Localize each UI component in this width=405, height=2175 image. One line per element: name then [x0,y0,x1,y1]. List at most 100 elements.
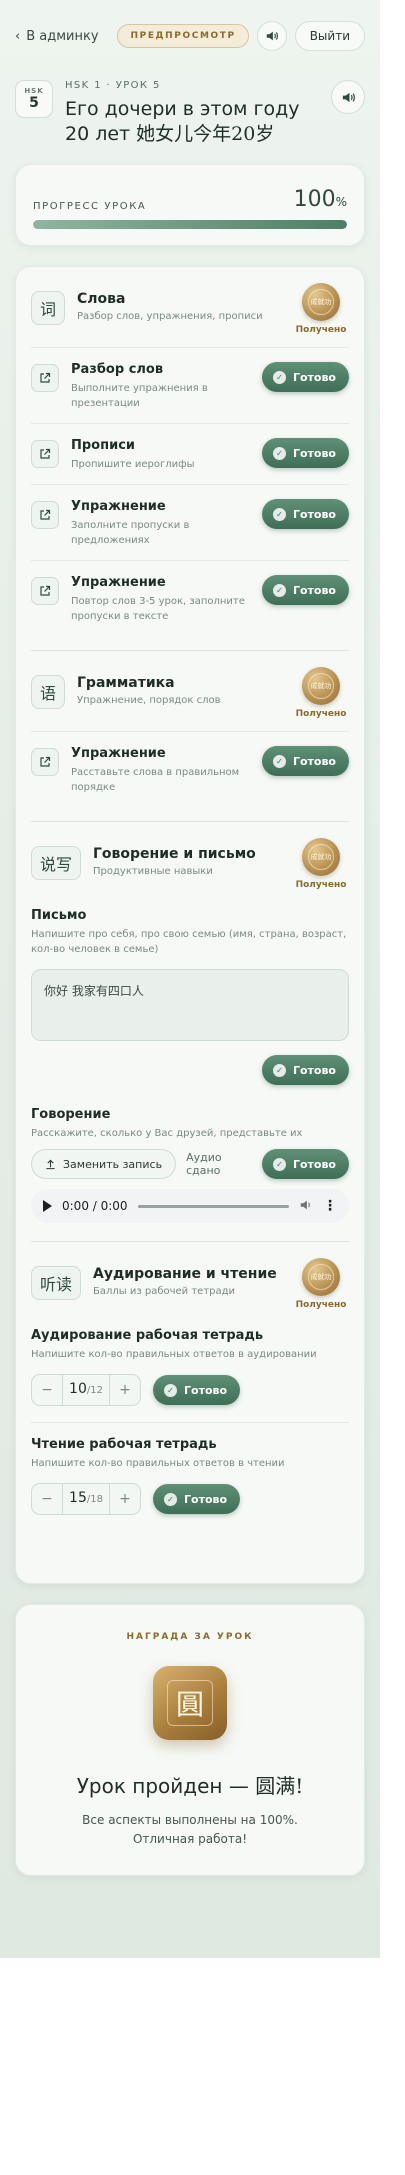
audio-time: 0:00 / 0:00 [62,1199,128,1213]
reading-title: Чтение рабочая тетрадь [31,1437,217,1452]
section-subtitle: Разбор слов, упражнения, прописи [77,311,263,322]
decrement-button[interactable]: − [32,1491,62,1507]
achievement-medal: 成就功 Получено [293,838,349,890]
done-button[interactable]: ✓ Готово [261,499,349,529]
lesson-tasks-card: 词 Слова Разбор слов, упражнения, прописи… [15,266,365,1584]
achievement-medal: 成就功 Получено [293,1258,349,1310]
increment-button[interactable]: + [110,1382,140,1398]
task-title: Разбор слов [71,362,164,377]
section-subtitle: Баллы из рабочей тетради [93,1286,236,1297]
exit-button[interactable]: Выйти [294,21,365,51]
reading-score-input[interactable]: 15/18 [62,1484,110,1514]
open-external-icon[interactable] [31,748,59,776]
achievement-medal: 成就功 Получено [293,667,349,719]
lesson-header: HSK 5 HSK 1 · УРОК 5 Его дочери в этом г… [15,72,365,164]
back-to-admin-link[interactable]: ‹ В админку [15,29,99,44]
reward-message: Все аспекты выполнены на 100%. Отличная … [82,1813,298,1846]
task-row: Прописи Пропишите иероглифы ✓ Готово [31,423,349,484]
received-label: Получено [295,325,347,335]
audio-seek-bar[interactable] [137,1204,289,1208]
speaking-instructions: Расскажите, сколько у Вас друзей, предст… [31,1128,303,1139]
progress-value: 100% [293,187,347,212]
section-words: 词 Слова Разбор слов, упражнения, прописи… [31,267,349,651]
done-button[interactable]: ✓ Готово [261,746,349,776]
received-label: Получено [295,709,347,719]
audio-submitted-status: Аудио сдано [186,1151,222,1177]
section-header: 词 Слова Разбор слов, упражнения, прописи… [31,267,349,347]
done-button[interactable]: ✓ Готово [261,1149,349,1179]
section-title: Аудирование и чтение [93,1266,277,1282]
audio-player: 0:00 / 0:00 ⋮ [31,1189,349,1223]
done-button[interactable]: ✓ Готово [153,1484,241,1514]
reward-title: Урок пройден — 圆满! [76,1774,304,1798]
section-grammar: 语 Грамматика Упражнение, порядок слов 成就… [31,651,349,822]
section-glyph: 听读 [31,1266,81,1300]
check-icon: ✓ [164,1492,177,1506]
section-glyph: 说写 [31,846,81,880]
task-subtitle: Пропишите иероглифы [71,459,195,470]
recording-controls: Заменить запись Аудио сдано ✓ Готово [31,1149,349,1179]
writing-title: Письмо [31,908,87,923]
section-header: 听读 Аудирование и чтение Баллы из рабочей… [31,1242,349,1322]
section-title: Грамматика [77,675,175,691]
medal-icon: 成就功 [302,283,340,321]
speaker-icon [266,31,278,41]
achievement-medal: 成就功 Получено [293,283,349,335]
check-icon: ✓ [164,1383,177,1397]
check-icon: ✓ [272,507,286,521]
task-title: Упражнение [71,575,166,590]
task-row: Упражнение Заполните пропуски в предложе… [31,484,349,560]
done-button[interactable]: ✓ Готово [153,1375,241,1405]
task-title: Упражнение [71,746,166,761]
lesson-reward-card: НАГРАДА ЗА УРОК 圓 Урок пройден — 圆满! Все… [15,1604,365,1876]
task-title: Упражнение [71,499,166,514]
top-actions: ПРЕДПРОСМОТР Выйти [117,21,365,51]
done-button[interactable]: ✓ Готово [261,1055,349,1085]
lesson-audio-button[interactable] [331,80,365,114]
reading-instructions: Напишите кол-во правильных ответов в чте… [31,1458,285,1469]
task-subtitle: Заполните пропуски в предложениях [71,520,190,546]
writing-instructions: Напишите про себя, про свою семью (имя, … [31,929,347,955]
top-bar: ‹ В админку ПРЕДПРОСМОТР Выйти [15,0,365,72]
section-glyph: 语 [31,675,65,709]
lesson-title-zh: 她女儿今年20岁 [136,123,275,145]
open-external-icon[interactable] [31,440,59,468]
task-subtitle: Расставьте слова в правильном порядке [71,767,240,793]
listening-title: Аудирование рабочая тетрадь [31,1328,264,1343]
open-external-icon[interactable] [31,577,59,605]
open-external-icon[interactable] [31,501,59,529]
volume-icon[interactable] [299,1197,313,1216]
check-icon: ✓ [272,754,286,768]
listening-score-input[interactable]: 10/12 [62,1375,110,1405]
task-subtitle: Повтор слов 3-5 урок, заполните пропуски… [71,596,245,622]
task-title: Прописи [71,438,136,453]
done-button[interactable]: ✓ Готово [261,575,349,605]
check-icon: ✓ [272,1157,286,1171]
section-header: 语 Грамматика Упражнение, порядок слов 成就… [31,651,349,731]
increment-button[interactable]: + [110,1491,140,1507]
reading-score-stepper: − 15/18 + [31,1483,141,1515]
open-external-icon[interactable] [31,364,59,392]
sound-toggle-button[interactable] [256,21,287,51]
listening-score-stepper: − 10/12 + [31,1374,141,1406]
medal-icon: 成就功 [302,838,340,876]
lesson-title-block: HSK 1 · УРОК 5 Его дочери в этом году 20… [65,76,319,147]
section-subtitle: Продуктивные навыки [93,866,213,877]
hsk-badge-label: HSK [24,87,44,95]
section-listening-reading: 听读 Аудирование и чтение Баллы из рабочей… [31,1242,349,1529]
preview-badge: ПРЕДПРОСМОТР [117,24,249,48]
decrement-button[interactable]: − [32,1382,62,1398]
section-subtitle: Упражнение, порядок слов [77,695,221,706]
lesson-progress-card: ПРОГРЕСС УРОКА 100% [15,164,365,246]
check-icon: ✓ [272,583,286,597]
section-header: 说写 Говорение и письмо Продуктивные навык… [31,822,349,902]
play-icon[interactable] [43,1200,52,1212]
writing-textarea[interactable]: 你好 我家有四口人 [31,969,349,1041]
replace-recording-button[interactable]: Заменить запись [31,1149,177,1179]
more-options-icon[interactable]: ⋮ [323,1198,337,1214]
done-button[interactable]: ✓ Готово [261,438,349,468]
speaker-icon [342,92,355,102]
done-button[interactable]: ✓ Готово [261,362,349,392]
check-icon: ✓ [272,1063,286,1077]
section-glyph: 词 [31,291,65,325]
